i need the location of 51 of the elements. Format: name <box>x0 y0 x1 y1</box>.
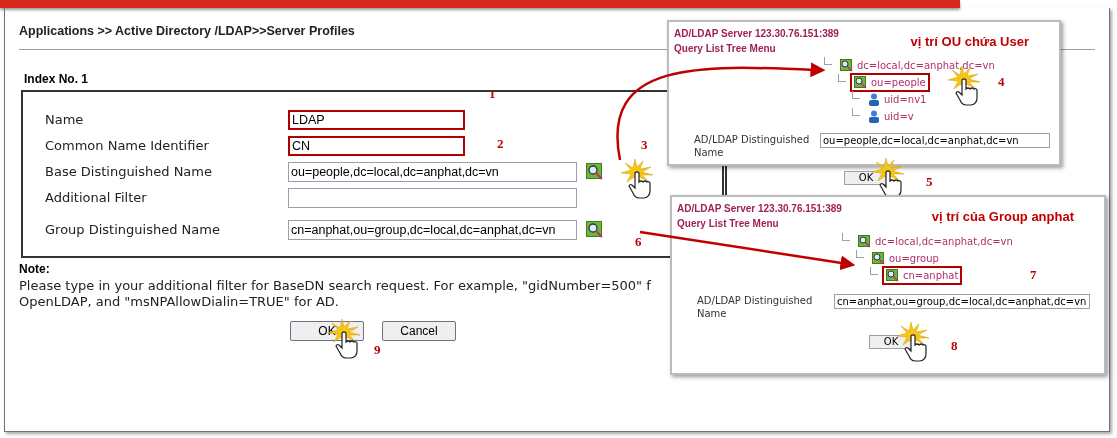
callout-number: 6 <box>635 232 642 251</box>
cancel-button[interactable]: Cancel <box>382 320 456 341</box>
tree-item[interactable]: ou=people <box>850 73 930 92</box>
field-label: AD/LDAP Distinguished Name <box>697 294 814 320</box>
callout-number: 9 <box>374 340 381 359</box>
user-icon <box>868 110 880 123</box>
text-field[interactable]: CN <box>288 135 465 156</box>
note-title: Note: <box>19 260 50 278</box>
dialog-title: AD/LDAP Server 123.30.76.151:389 <box>677 202 842 216</box>
note-text: OpenLDAP, and "msNPAllowDialin=TRUE" for AD. <box>19 293 339 310</box>
hand-cursor-icon <box>621 158 655 199</box>
field-label: Base Distinguished Name <box>45 163 212 181</box>
callout-number: 8 <box>951 337 958 355</box>
annotation-caption: vị trí của Group anphat <box>931 208 1074 226</box>
callout-number: 5 <box>926 173 933 191</box>
folder-search-icon <box>872 252 885 265</box>
text-field[interactable]: ou=people,dc=local,dc=anphat,dc=vn <box>288 161 577 182</box>
folder-search-icon <box>840 59 853 72</box>
callout-number: 7 <box>1030 266 1037 284</box>
dn-field[interactable]: ou=people,dc=local,dc=anphat,dc=vn <box>820 133 1050 148</box>
text-field[interactable]: LDAP <box>288 109 465 130</box>
tree-item[interactable]: uid=v <box>864 107 918 126</box>
annotation-caption: vị trí OU chứa User <box>910 33 1029 51</box>
tree-item[interactable]: dc=local,dc=anphat,dc=vn <box>854 232 1017 251</box>
callout-number: 2 <box>497 134 504 153</box>
field-label: Additional Filter <box>45 189 147 207</box>
callout-number: 4 <box>998 73 1005 91</box>
hand-cursor-icon <box>897 322 931 362</box>
tree-item[interactable]: ou=group <box>868 249 943 268</box>
user-icon <box>868 93 880 106</box>
tree-item[interactable]: dc=local,dc=anphat,dc=vn <box>836 56 999 75</box>
text-field[interactable] <box>288 187 577 208</box>
folder-search-icon <box>854 76 867 89</box>
folder-search-icon <box>886 269 899 282</box>
note-text: Please type in your additional filter for BaseDN search request. For example, "gidNumber=500" f <box>19 277 651 294</box>
search-icon[interactable] <box>586 220 604 239</box>
field-label: Group Distinguished Name <box>45 221 220 239</box>
dn-field[interactable]: cn=anphat,ou=group,dc=local,dc=anphat,dc=vn <box>834 294 1090 309</box>
text-field[interactable]: cn=anphat,ou=group,dc=local,dc=anphat,dc=vn <box>288 219 577 240</box>
tree-item[interactable]: cn=anphat <box>882 266 963 285</box>
callout-number: 1 <box>489 84 496 103</box>
dialog-title: AD/LDAP Server 123.30.76.151:389 <box>674 27 839 41</box>
dialog-subtitle: Query List Tree Menu <box>677 217 780 231</box>
callout-number: 3 <box>641 135 648 154</box>
field-label: Common Name Identifier <box>45 137 209 155</box>
folder-search-icon <box>858 235 871 248</box>
search-icon[interactable] <box>586 162 604 181</box>
field-label: Name <box>45 111 84 129</box>
field-label: AD/LDAP Distinguished Name <box>694 133 811 159</box>
section-title: Index No. 1 <box>24 70 88 88</box>
tree-item[interactable]: uid=nv1 <box>864 90 931 109</box>
